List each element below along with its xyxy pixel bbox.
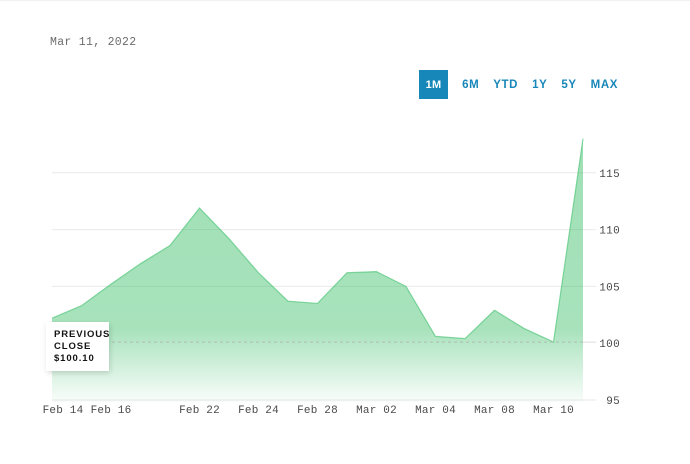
x-axis-label: Mar 04 [415, 405, 456, 417]
x-axis-label: Mar 08 [474, 405, 515, 417]
previous-close-flag-value: $100.10 [54, 353, 95, 364]
price-area-chart[interactable]: 95 100 105 110 115 Feb 14 Feb 16 Feb 22 Feb 24 Fe… [0, 1, 690, 464]
x-axis-label: Feb 28 [297, 405, 338, 417]
x-axis-label: Feb 14 [43, 405, 84, 417]
y-axis-label: 110 [599, 226, 620, 238]
previous-close-flag: PREVIOUS CLOSE $100.10 [46, 322, 109, 371]
x-axis-label: Mar 02 [356, 405, 397, 417]
x-axis-label: Mar 10 [533, 405, 574, 417]
x-axis-label: Feb 16 [91, 405, 132, 417]
previous-close-flag-line2: CLOSE [54, 341, 92, 352]
stock-chart-widget: Mar 11, 2022 1M 6M YTD 1Y 5Y MAX 95 100 105 110 1… [0, 0, 690, 464]
y-axis-label: 105 [599, 282, 620, 294]
previous-close-flag-line1: PREVIOUS [54, 329, 111, 340]
y-axis-label: 115 [599, 169, 620, 181]
x-axis-label: Feb 24 [238, 405, 279, 417]
x-axis-label: Feb 22 [179, 405, 220, 417]
y-axis-label: 95 [606, 396, 620, 408]
y-axis-label: 100 [599, 339, 620, 351]
